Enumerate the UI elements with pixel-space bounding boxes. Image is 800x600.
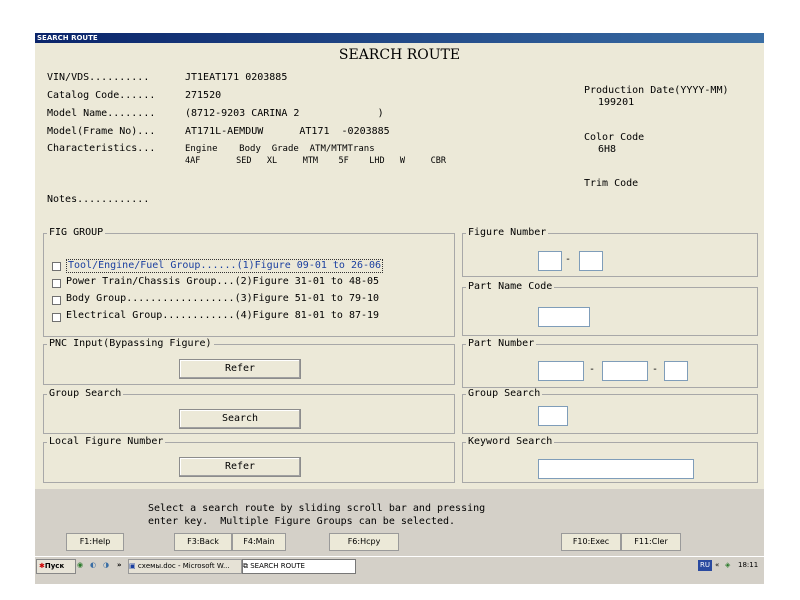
trim-code-label: Trim Code <box>584 178 639 189</box>
f1-help-button[interactable]: F1:Help <box>66 533 124 551</box>
f4-main-button[interactable]: F4:Main <box>232 533 286 551</box>
figure-number-input-1[interactable] <box>538 251 562 271</box>
start-label: Пуск <box>44 562 65 570</box>
f10-exec-button[interactable]: F10:Exec <box>561 533 621 551</box>
fig-group-panel: FIG GROUP Tool/Engine/Fuel Group......(1… <box>43 227 455 337</box>
taskbar-item-search-route-label: SEARCH ROUTE <box>250 562 305 570</box>
model-frame-label: Model(Frame No)... <box>47 126 156 137</box>
message-line-1: Select a search route by sliding scroll … <box>148 503 486 514</box>
figure-number-panel: Figure Number - <box>462 227 758 277</box>
production-date-value: 199201 <box>598 97 635 108</box>
quicklaunch-media-icon[interactable]: ◑ <box>103 559 109 572</box>
part-number-input-1[interactable] <box>538 361 584 381</box>
fig-group-label-3: Body Group..................(3)Figure 51… <box>66 293 380 304</box>
clock: 18:11 <box>738 561 759 569</box>
taskbar-item-word-label: схемы.doc - Microsoft W... <box>137 562 230 570</box>
tray-network-icon[interactable]: ◈ <box>725 559 730 572</box>
local-figure-panel: Local Figure Number Refer <box>43 436 455 483</box>
figure-number-separator: - <box>565 254 572 265</box>
part-name-code-panel: Part Name Code <box>462 281 758 336</box>
characteristics-values: 4AF SED XL MTM 5F LHD W CBR <box>185 156 446 166</box>
message-line-2: enter key. Multiple Figure Groups can be… <box>148 516 456 527</box>
catalog-label: Catalog Code...... <box>47 90 156 101</box>
group-search-panel-right: Group Search <box>462 388 758 434</box>
group-search-title-right: Group Search <box>466 388 543 400</box>
word-doc-icon: ▣ <box>129 562 136 570</box>
fig-group-label-1: Tool/Engine/Fuel Group......(1)Figure 09… <box>66 259 384 273</box>
part-number-title: Part Number <box>466 338 537 350</box>
group-search-button[interactable]: Search <box>179 409 301 429</box>
quicklaunch-desktop-icon[interactable]: ◐ <box>90 559 96 572</box>
local-figure-refer-button[interactable]: Refer <box>179 457 301 477</box>
fig-group-checkbox-4[interactable] <box>52 313 61 322</box>
f6-hcopy-button[interactable]: F6:Hcpy <box>329 533 399 551</box>
model-frame-value: AT171L-AEMDUW AT171 -0203885 <box>185 126 390 137</box>
notes-label: Notes............ <box>47 194 150 205</box>
model-name-value: (8712-9203 CARINA 2 ) <box>185 108 384 119</box>
tray-expand-arrows[interactable]: « <box>715 559 719 572</box>
fig-group-label-2: Power Train/Chassis Group...(2)Figure 31… <box>66 276 380 287</box>
taskbar-item-word[interactable]: ▣ схемы.doc - Microsoft W... <box>128 559 242 574</box>
part-number-separator-1: - <box>589 364 596 375</box>
figure-number-title: Figure Number <box>466 227 549 239</box>
quicklaunch-more-arrows[interactable]: » <box>117 559 122 572</box>
figure-number-input-2[interactable] <box>579 251 603 271</box>
keyword-search-input[interactable] <box>538 459 694 479</box>
f11-clear-button[interactable]: F11:Cler <box>621 533 681 551</box>
vin-label: VIN/VDS.......... <box>47 72 150 83</box>
production-date-label: Production Date(YYYY-MM) <box>584 85 729 96</box>
color-code-label: Color Code <box>584 132 645 143</box>
keyword-search-title: Keyword Search <box>466 436 555 448</box>
fig-group-title: FIG GROUP <box>47 227 106 239</box>
page-title: SEARCH ROUTE <box>338 47 461 63</box>
pnc-input-title: PNC Input(Bypassing Figure) <box>47 338 214 350</box>
part-number-panel: Part Number - - <box>462 338 758 388</box>
pnc-refer-button[interactable]: Refer <box>179 359 301 379</box>
vin-value: JT1EAT171 0203885 <box>185 72 288 83</box>
main-window: SEARCH ROUTE SEARCH ROUTE VIN/VDS.......… <box>35 33 764 584</box>
keyword-search-panel: Keyword Search <box>462 436 758 483</box>
fig-group-label-4: Electrical Group............(4)Figure 81… <box>66 310 380 321</box>
part-number-separator-2: - <box>652 364 659 375</box>
local-figure-title: Local Figure Number <box>47 436 166 448</box>
app-window-icon: ⧉ <box>243 562 248 570</box>
quicklaunch-browser-icon[interactable]: ◉ <box>77 559 83 572</box>
f3-back-button[interactable]: F3:Back <box>174 533 232 551</box>
window-title: SEARCH ROUTE <box>35 33 764 43</box>
catalog-value: 271520 <box>185 90 222 101</box>
taskbar: ✱Пуск ◉ ◐ ◑ » ▣ схемы.doc - Microsoft W.… <box>35 556 764 575</box>
pnc-input-panel: PNC Input(Bypassing Figure) Refer <box>43 338 455 385</box>
characteristics-headers: Engine Body Grade ATM/MTMTrans <box>185 144 375 154</box>
part-name-code-input[interactable] <box>538 307 590 327</box>
group-search-input[interactable] <box>538 406 568 426</box>
fig-group-checkbox-1[interactable] <box>52 262 61 271</box>
part-name-code-title: Part Name Code <box>466 281 555 293</box>
color-code-value: 6H8 <box>598 144 617 155</box>
part-number-input-2[interactable] <box>602 361 648 381</box>
content-area: SEARCH ROUTE VIN/VDS.......... JT1EAT171… <box>35 43 764 489</box>
taskbar-item-search-route[interactable]: ⧉ SEARCH ROUTE <box>242 559 356 574</box>
characteristics-label: Characteristics... <box>47 143 156 154</box>
start-button[interactable]: ✱Пуск <box>36 559 76 574</box>
group-search-title-left: Group Search <box>47 388 124 400</box>
part-number-input-3[interactable] <box>664 361 688 381</box>
language-indicator[interactable]: RU <box>698 560 712 571</box>
fig-group-checkbox-3[interactable] <box>52 296 61 305</box>
model-name-label: Model Name........ <box>47 108 156 119</box>
group-search-panel-left: Group Search Search <box>43 388 455 434</box>
fig-group-checkbox-2[interactable] <box>52 279 61 288</box>
